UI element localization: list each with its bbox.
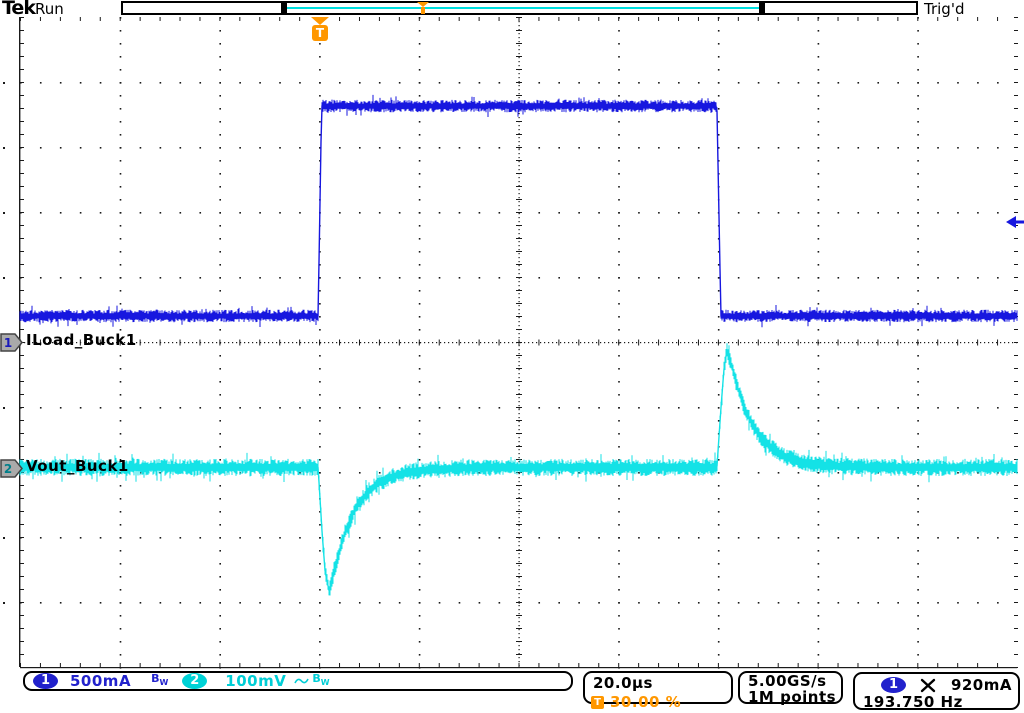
channel1-scale: 500mA xyxy=(70,672,131,690)
trigger-level-readout: 920mA xyxy=(951,676,1012,694)
record-bar-display-window[interactable] xyxy=(283,1,763,15)
channel2-badge[interactable]: 2 xyxy=(182,673,207,689)
trigger-status: Trig'd xyxy=(924,0,964,18)
record-length: 1M points xyxy=(748,689,841,705)
channel2-bandwidth-limit-icon: BW xyxy=(312,673,329,688)
horizontal-readout-box[interactable]: 20.0µs T 30.00 % xyxy=(583,671,733,704)
horizontal-scale: 20.0µs xyxy=(585,673,731,692)
trigger-readout-box[interactable]: 1 920mA 193.750 Hz xyxy=(853,672,1020,710)
sample-rate: 5.00GS/s xyxy=(748,673,841,689)
waveform-display xyxy=(0,0,1024,713)
channel2-position-marker[interactable]: 2 xyxy=(0,459,24,478)
trigger-t-badge-icon: T xyxy=(591,696,604,709)
acquisition-state: Run xyxy=(35,0,64,18)
record-trigger-marker-icon[interactable] xyxy=(417,2,429,14)
oscilloscope-screen: { "header": { "logo": "Tek", "acq_state"… xyxy=(0,0,1024,713)
trigger-frequency-readout: 193.750 Hz xyxy=(855,694,1018,710)
record-waveform-preview xyxy=(287,7,759,9)
channel1-badge[interactable]: 1 xyxy=(33,673,58,689)
channel1-bandwidth-limit-icon: BW xyxy=(151,673,168,688)
channel-readout-box[interactable]: 1 500mA BW 2 100mV BW xyxy=(23,671,573,691)
trigger-position-readout: 30.00 % xyxy=(610,693,681,711)
trigger-slope-icon xyxy=(920,678,936,693)
acquisition-readout-box[interactable]: 5.00GS/s 1M points xyxy=(738,671,843,704)
channel1-position-marker[interactable]: 1 xyxy=(0,333,24,352)
channel1-label: ILoad_Buck1 xyxy=(26,331,137,349)
svg-text:1: 1 xyxy=(4,336,12,350)
record-bar-post xyxy=(763,1,918,15)
trigger-source-badge: 1 xyxy=(881,677,906,693)
channel2-label: Vout_Buck1 xyxy=(26,457,129,475)
channel2-scale: 100mV xyxy=(225,672,286,690)
trigger-level-arrow-icon[interactable] xyxy=(1006,215,1024,229)
channel2-ac-coupling-icon xyxy=(294,675,309,687)
trigger-position-badge[interactable]: T xyxy=(312,25,328,41)
trigger-position-arrow-icon[interactable] xyxy=(311,17,329,25)
svg-text:2: 2 xyxy=(4,462,12,476)
tek-logo: Tek xyxy=(2,0,35,19)
record-bar-pre xyxy=(121,1,283,15)
